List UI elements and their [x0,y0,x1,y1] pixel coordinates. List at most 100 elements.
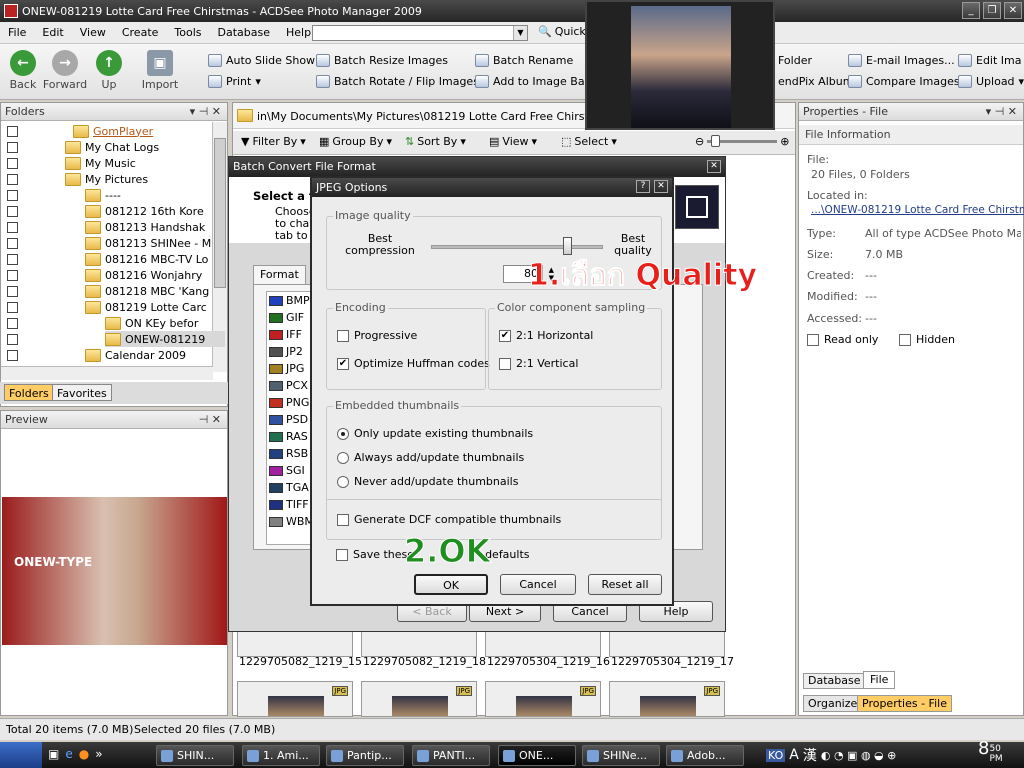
pin-icon[interactable]: ▾ ⊣ ✕ [986,103,1017,121]
close-icon[interactable]: ✕ [707,160,721,173]
ime-hanja[interactable]: 漢 [803,745,817,765]
folder-tree-item[interactable]: 081212 16th Kore [85,203,204,219]
thumbnail[interactable]: JPG [237,681,353,717]
folder-checkbox[interactable] [7,126,18,137]
tab-properties-file[interactable]: Properties - File [857,695,952,712]
folders-hscrollbar[interactable] [1,366,213,380]
chevron-down-icon[interactable]: ▼ [513,26,527,40]
dcf-checkbox[interactable]: Generate DCF compatible thumbnails [337,513,561,526]
optimize-huffman-checkbox[interactable]: ✔ Optimize Huffman codes [337,357,490,370]
quick-search-button[interactable]: 🔍 Quick [538,25,586,38]
group-by-button[interactable]: ▦ Group By ▾ [319,135,392,148]
select-button[interactable]: ⬚ Select ▾ [561,135,617,148]
tab-favorites[interactable]: Favorites [52,384,112,401]
jpeg-cancel-button[interactable]: Cancel [500,574,576,595]
folder-checkbox[interactable] [7,334,18,345]
never-add-radio[interactable]: Never add/update thumbnails [337,475,518,488]
ime-ko[interactable]: KO [766,748,786,762]
folder-tree-item[interactable]: GomPlayer [73,123,153,139]
menu-tools[interactable]: Tools [166,26,209,39]
ime-a[interactable]: A [789,747,799,763]
batch-rotate-button[interactable]: Batch Rotate / Flip Images [316,75,479,88]
folder-checkbox[interactable] [7,222,18,233]
folder-checkbox[interactable] [7,318,18,329]
only-update-radio[interactable]: Only update existing thumbnails [337,427,533,440]
folder-tree-item[interactable]: 081216 MBC-TV Lo [85,251,208,267]
folder-checkbox[interactable] [7,254,18,265]
vertical-checkbox[interactable]: 2:1 Vertical [499,357,578,370]
ie-icon[interactable]: e [65,747,72,761]
located-link[interactable]: ...\ONEW-081219 Lotte Card Free Chirstma… [811,204,1024,216]
taskbar-item[interactable]: Adob... [666,745,744,766]
taskbar-item[interactable]: SHIN... [156,745,234,766]
desktop-icon[interactable]: ▣ [48,747,59,761]
horizontal-checkbox[interactable]: ✔ 2:1 Horizontal [499,329,593,342]
tab-file[interactable]: File [863,671,896,689]
auto-slide-show-button[interactable]: Auto Slide Show [208,54,315,67]
view-button[interactable]: ▤ View ▾ [489,135,537,148]
folder-tree-item[interactable]: My Chat Logs [65,139,159,155]
ok-button[interactable]: OK [414,574,488,595]
folder-tree-item[interactable]: 081219 Lotte Carc [85,299,207,315]
zoom-slider[interactable]: ⊖ ⊕ [695,135,789,148]
folder-tree-item[interactable]: 081216 Wonjahry [85,267,202,283]
taskbar-item[interactable]: 1. Ami... [242,745,320,766]
folder-checkbox[interactable] [7,302,18,313]
taskbar-item[interactable]: PANTI... [412,745,490,766]
tab-organize[interactable]: Organize [803,695,863,712]
folder-tree-item[interactable]: My Music [65,155,136,171]
folder-checkbox[interactable] [7,286,18,297]
file-info-section[interactable]: File Information [799,125,1023,145]
help-icon[interactable]: ? [636,180,650,193]
folder-checkbox[interactable] [7,174,18,185]
folder-tree-item[interactable]: ONEW-081219 [105,331,225,347]
email-images-button[interactable]: E-mail Images... [848,54,955,67]
pin-icon[interactable]: ▾ ⊣ ✕ [190,103,221,121]
folder-button[interactable]: Folder [778,54,812,67]
folder-tree-item[interactable]: 081213 Handshak [85,219,205,235]
batch-rename-button[interactable]: Batch Rename [475,54,573,67]
taskbar-item[interactable]: SHINe... [582,745,660,766]
folder-checkbox[interactable] [7,190,18,201]
compare-images-button[interactable]: Compare Images [848,75,960,88]
folder-checkbox[interactable] [7,270,18,281]
firefox-icon[interactable]: ● [79,747,89,761]
forward-button[interactable]: → Forward [42,50,88,91]
folder-tree-item[interactable]: My Pictures [65,171,148,187]
tray-icons[interactable]: ◐ ◔ ▣ ◍ ◒ ⊕ [821,749,897,762]
print-button[interactable]: Print ▾ [208,75,261,88]
folder-tree-item[interactable]: 081218 MBC 'Kang [85,283,209,299]
restore-button[interactable]: ❐ [983,2,1001,19]
folder-tree-item[interactable]: ON KEy befor [105,315,198,331]
more-icon[interactable]: » [95,747,102,761]
edit-image-button[interactable]: Edit Ima [958,54,1022,67]
menu-create[interactable]: Create [114,26,167,39]
quality-slider[interactable] [431,237,603,255]
close-button[interactable]: ✕ [1004,2,1022,19]
thumbnail[interactable]: JPG [361,681,477,717]
menu-view[interactable]: View [72,26,114,39]
close-icon[interactable]: ✕ [654,180,668,193]
readonly-checkbox[interactable]: Read only [807,333,878,346]
folder-checkbox[interactable] [7,206,18,217]
batch-resize-button[interactable]: Batch Resize Images [316,54,448,67]
folder-checkbox[interactable] [7,350,18,361]
folder-checkbox[interactable] [7,158,18,169]
folder-checkbox[interactable] [7,142,18,153]
taskbar-item[interactable]: Pantip... [326,745,404,766]
thumbnail[interactable]: JPG [609,681,725,717]
pin-icon[interactable]: ⊣ ✕ [199,411,221,429]
up-button[interactable]: ↑ Up [86,50,132,91]
menu-file[interactable]: File [0,26,34,39]
filter-by-button[interactable]: ▼ Filter By ▾ [241,135,306,148]
tab-format[interactable]: Format [253,265,306,285]
back-button[interactable]: ← Back [0,50,46,91]
folder-tree-item[interactable]: Calendar 2009 [85,347,186,363]
clock[interactable]: 850 PM [978,740,1003,765]
minimize-button[interactable]: _ [962,2,980,19]
progressive-checkbox[interactable]: Progressive [337,329,417,342]
tab-folders[interactable]: Folders [4,384,54,401]
menu-edit[interactable]: Edit [34,26,71,39]
folder-checkbox[interactable] [7,238,18,249]
sendpix-button[interactable]: endPix Album [778,75,853,88]
